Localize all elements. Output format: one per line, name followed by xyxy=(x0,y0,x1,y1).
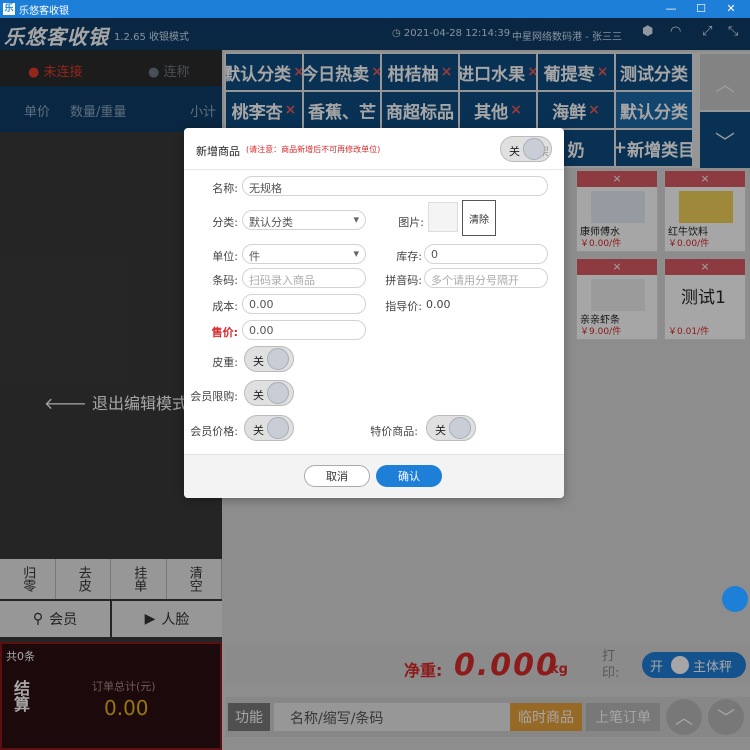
barcode-label: 条码: xyxy=(212,274,238,287)
stock-label: 库存: xyxy=(396,250,422,263)
cost-input[interactable]: 0.00 xyxy=(242,294,366,314)
clear-image-button[interactable]: 清除 xyxy=(462,200,496,236)
toggle-knob xyxy=(267,382,289,404)
unit-select[interactable]: 件 xyxy=(242,244,366,264)
guide-price-label: 指导价: xyxy=(385,300,422,313)
special-label: 特价商品: xyxy=(370,425,418,438)
dialog-footer: 取消 确认 xyxy=(184,454,564,498)
category-label: 分类: xyxy=(212,216,238,229)
unit-label: 单位: xyxy=(212,250,238,263)
dialog-title: 新增商品 xyxy=(196,145,240,158)
pinyin-input[interactable]: 多个请用分号隔开 xyxy=(424,268,548,288)
guide-price-value: 0.00 xyxy=(426,298,451,311)
name-label: 名称: xyxy=(212,182,238,195)
app-icon: 乐 xyxy=(3,3,15,15)
tare-toggle[interactable]: 关 xyxy=(244,346,294,372)
price-label: 售价: xyxy=(211,326,238,339)
add-product-dialog: 新增商品 (请注意：商品新增后不可再修改单位) 关 下架 名称: 无规格 分类:… xyxy=(184,128,564,498)
category-select[interactable]: 默认分类 xyxy=(242,210,366,230)
name-input[interactable]: 无规格 xyxy=(242,176,548,196)
cancel-button[interactable]: 取消 xyxy=(304,465,370,487)
toggle-knob xyxy=(267,417,289,439)
window-title-bar: 乐 乐悠客收银 — ☐ ✕ xyxy=(0,0,750,18)
cost-label: 成本: xyxy=(212,300,238,313)
dialog-header: 新增商品 (请注意：商品新增后不可再修改单位) 关 下架 xyxy=(184,128,564,170)
window-title: 乐悠客收银 xyxy=(19,5,69,17)
toggle-knob xyxy=(267,348,289,370)
minimize-button[interactable]: — xyxy=(656,0,686,18)
maximize-button[interactable]: ☐ xyxy=(686,0,716,18)
member-price-label: 会员价格: xyxy=(190,425,238,438)
member-price-toggle[interactable]: 关 xyxy=(244,415,294,441)
toggle-knob xyxy=(449,417,471,439)
shelf-toggle[interactable]: 关 下架 xyxy=(500,136,552,162)
assistant-icon[interactable] xyxy=(722,586,748,612)
barcode-input[interactable]: 扫码录入商品 xyxy=(242,268,366,288)
member-limit-label: 会员限购: xyxy=(190,390,238,403)
image-label: 图片: xyxy=(398,216,424,229)
dialog-note: (请注意：商品新增后不可再修改单位) xyxy=(246,145,381,154)
special-toggle[interactable]: 关 xyxy=(426,415,476,441)
close-button[interactable]: ✕ xyxy=(716,0,746,18)
member-limit-toggle[interactable]: 关 xyxy=(244,380,294,406)
tare-label: 皮重: xyxy=(212,356,238,369)
image-placeholder-icon[interactable] xyxy=(428,202,458,232)
toggle-knob xyxy=(523,138,545,160)
confirm-button[interactable]: 确认 xyxy=(376,465,442,487)
stock-input[interactable]: 0 xyxy=(424,244,548,264)
price-input[interactable]: 0.00 xyxy=(242,320,366,340)
pinyin-label: 拼音码: xyxy=(385,274,422,287)
